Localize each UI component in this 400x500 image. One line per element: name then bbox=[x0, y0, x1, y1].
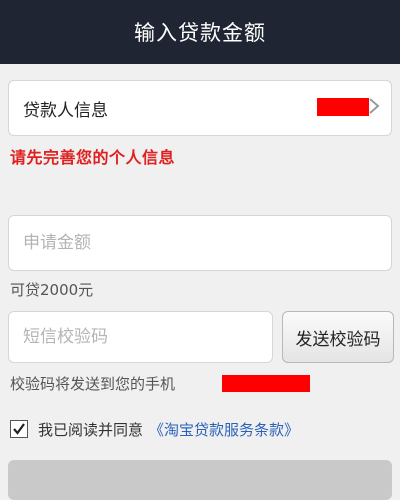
profile-warning: 请先完善您的个人信息 bbox=[10, 148, 176, 167]
title-bar: 输入贷款金额 bbox=[0, 0, 400, 64]
available-amount: 可贷2000元 bbox=[10, 281, 94, 299]
borrower-info-label: 贷款人信息 bbox=[23, 100, 108, 121]
agreement-checkbox[interactable] bbox=[10, 420, 28, 438]
checkmark-icon bbox=[13, 423, 25, 435]
sms-code-input[interactable] bbox=[8, 311, 273, 363]
loan-amount-input[interactable] bbox=[8, 215, 392, 271]
agreement-text: 我已阅读并同意 bbox=[38, 420, 144, 439]
submit-button[interactable] bbox=[8, 460, 392, 500]
send-code-button[interactable]: 发送校验码 bbox=[282, 311, 394, 363]
code-sent-note: 校验码将发送到您的手机 bbox=[10, 375, 176, 393]
redacted-borrower-name bbox=[317, 98, 369, 116]
agreement-row: 我已阅读并同意 《淘宝贷款服务条款》 bbox=[10, 416, 299, 442]
terms-link[interactable]: 《淘宝贷款服务条款》 bbox=[149, 419, 299, 440]
redacted-phone-number bbox=[222, 375, 310, 392]
chevron-right-icon bbox=[369, 98, 380, 114]
borrower-info-row[interactable]: 贷款人信息 bbox=[8, 80, 392, 136]
page-title: 输入贷款金额 bbox=[134, 21, 266, 45]
